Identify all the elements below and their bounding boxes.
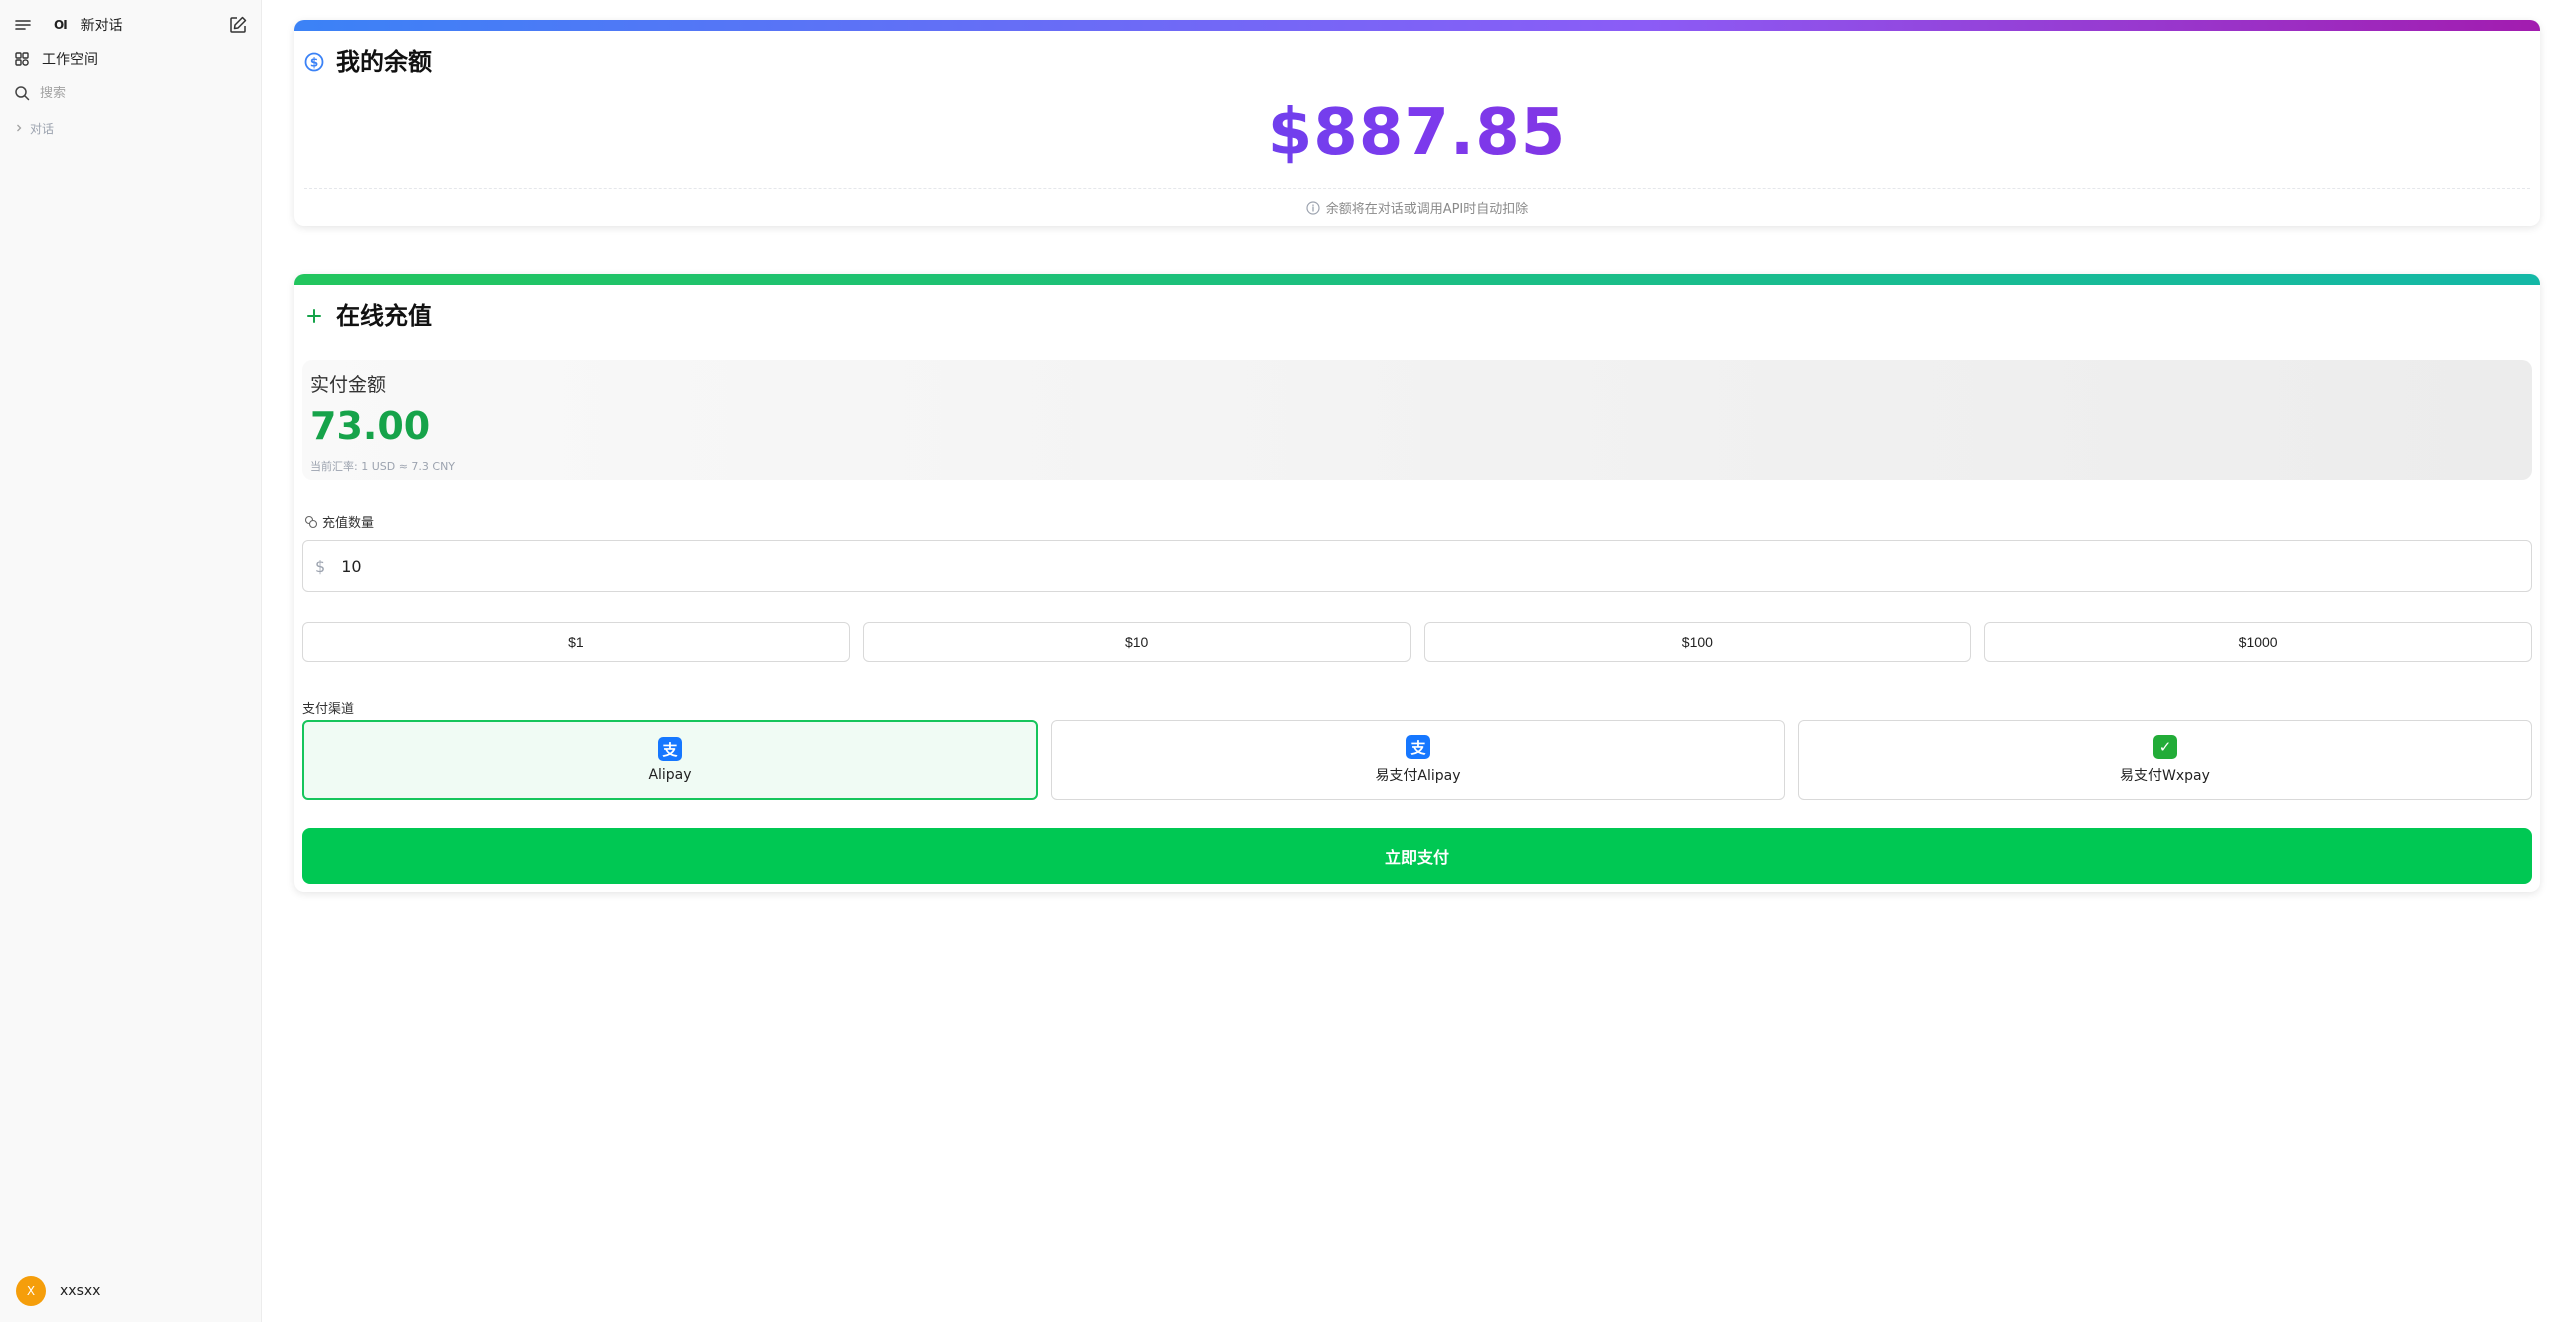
- info-icon: [1306, 200, 1320, 215]
- currency-prefix: $: [315, 556, 326, 576]
- quantity-label-text: 充值数量: [322, 516, 375, 531]
- recharge-card: 在线充值 实付金额 73.00 当前汇率: 1 USD ≈ 7.3 CNY 充值…: [294, 274, 2540, 892]
- quantity-input[interactable]: [341, 556, 2442, 576]
- sidebar-search: [14, 82, 220, 104]
- balance-amount: $887.85: [294, 96, 2540, 170]
- payment-channel-label: 支付渠道: [302, 702, 355, 717]
- recharge-title: 在线充值: [304, 296, 432, 331]
- plus-icon: [304, 304, 324, 324]
- preset-button-10[interactable]: $10: [862, 622, 1411, 662]
- card-accent-bar: [294, 20, 2540, 31]
- chevron-right-icon: [14, 123, 24, 133]
- channel-name: Alipay: [648, 767, 692, 783]
- balance-card: $ 我的余额 $887.85 余额将在对话或调用API时自动扣除: [294, 20, 2540, 226]
- payment-channels: 支 Alipay 支 易支付Alipay ✓ 易支付Wxpay: [302, 720, 2532, 800]
- channel-alipay[interactable]: 支 Alipay: [302, 720, 1038, 800]
- exchange-rate: 当前汇率: 1 USD ≈ 7.3 CNY: [310, 460, 456, 473]
- dollar-coin-icon: $: [304, 50, 324, 71]
- channel-name: 易支付Wxpay: [2120, 768, 2210, 784]
- balance-note: 余额将在对话或调用API时自动扣除: [294, 198, 2540, 217]
- preset-button-100[interactable]: $100: [1423, 622, 1972, 662]
- pay-now-button[interactable]: 立即支付: [302, 828, 2532, 884]
- app-logo[interactable]: OI: [54, 18, 68, 32]
- preset-button-1000[interactable]: $1000: [1984, 622, 2532, 662]
- channel-epay-wxpay[interactable]: ✓ 易支付Wxpay: [1798, 720, 2532, 800]
- channel-name: 易支付Alipay: [1375, 768, 1461, 784]
- pay-amount-value: 73.00: [310, 404, 431, 448]
- new-chat-edit-icon[interactable]: [228, 15, 248, 35]
- balance-title-text: 我的余额: [336, 48, 432, 76]
- recharge-title-text: 在线充值: [336, 302, 432, 330]
- preset-amounts: $1 $10 $100 $1000: [302, 622, 2532, 662]
- balance-note-text: 余额将在对话或调用API时自动扣除: [1325, 202, 1529, 217]
- pay-amount-box: 实付金额 73.00 当前汇率: 1 USD ≈ 7.3 CNY: [302, 360, 2532, 480]
- user-menu[interactable]: X xxsxx: [16, 1276, 100, 1306]
- search-icon: [14, 85, 30, 101]
- conversations-label: 对话: [30, 121, 55, 136]
- user-name: xxsxx: [60, 1283, 101, 1299]
- new-chat-link[interactable]: 新对话: [81, 15, 123, 35]
- wechat-pay-icon: ✓: [2153, 735, 2177, 759]
- alipay-icon: 支: [1406, 735, 1430, 759]
- grid-icon: [14, 51, 30, 67]
- preset-button-1[interactable]: $1: [302, 622, 850, 662]
- menu-icon[interactable]: [14, 16, 32, 34]
- coins-icon: [304, 515, 318, 528]
- svg-text:$: $: [310, 55, 318, 69]
- quantity-label: 充值数量: [304, 512, 374, 531]
- pay-amount-label: 实付金额: [310, 374, 387, 396]
- alipay-icon: 支: [658, 737, 682, 761]
- search-input[interactable]: [40, 85, 220, 101]
- divider: [304, 188, 2530, 189]
- channel-epay-alipay[interactable]: 支 易支付Alipay: [1051, 720, 1785, 800]
- sidebar: OI 新对话 工作空间 对话 X xxsxx: [0, 0, 262, 1322]
- card-accent-bar: [294, 274, 2540, 285]
- quantity-input-wrapper: $: [302, 540, 2532, 592]
- conversations-group[interactable]: 对话: [14, 118, 54, 138]
- sidebar-header: OI 新对话: [14, 14, 248, 36]
- balance-title: $ 我的余额: [304, 42, 432, 77]
- sidebar-item-workspace[interactable]: 工作空间: [14, 48, 98, 70]
- avatar: X: [16, 1276, 46, 1306]
- sidebar-item-label: 工作空间: [42, 52, 98, 68]
